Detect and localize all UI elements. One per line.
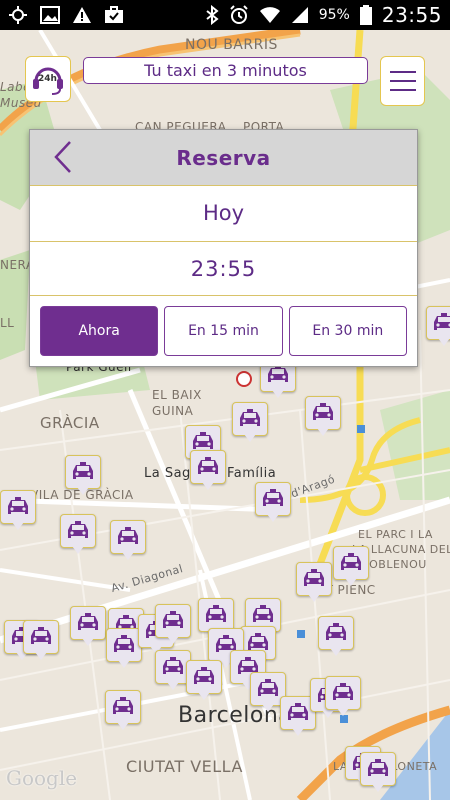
taxi-marker[interactable] xyxy=(318,616,354,658)
taxi-marker[interactable] xyxy=(186,660,222,702)
taxi-marker[interactable] xyxy=(106,628,142,670)
taxi-icon xyxy=(106,628,142,662)
taxi-marker[interactable] xyxy=(60,514,96,556)
taxi-marker[interactable] xyxy=(0,490,36,532)
taxi-icon xyxy=(23,620,59,654)
taxi-icon xyxy=(198,598,234,632)
time-value: 23:55 xyxy=(190,256,257,281)
taxi-icon xyxy=(305,396,341,430)
back-button[interactable] xyxy=(48,140,78,174)
taxi-icon xyxy=(70,606,106,640)
taxi-icon xyxy=(296,562,332,596)
taxi-marker[interactable] xyxy=(65,455,101,497)
taxi-icon xyxy=(186,660,222,694)
taxi-icon xyxy=(105,690,141,724)
battery-icon xyxy=(359,5,372,25)
map-label: POBLENOU xyxy=(362,558,427,571)
status-bar: 95% 23:55 xyxy=(0,0,450,30)
taxi-marker[interactable] xyxy=(255,482,291,524)
bluetooth-icon xyxy=(206,5,219,25)
time-selector[interactable]: 23:55 xyxy=(30,241,417,296)
taxi-marker[interactable] xyxy=(333,546,369,588)
battery-level: 95% xyxy=(318,7,350,23)
eta-banner: Tu taxi en 3 minutos xyxy=(83,57,368,84)
taxi-icon xyxy=(426,306,450,340)
taxi-marker[interactable] xyxy=(105,690,141,732)
map-label: LL xyxy=(0,316,15,330)
taxi-marker[interactable] xyxy=(296,562,332,604)
day-value: Hoy xyxy=(202,201,245,225)
map-label: EL BAIX xyxy=(152,388,202,402)
taxi-marker[interactable] xyxy=(70,606,106,648)
taxi-marker[interactable] xyxy=(360,752,396,794)
map-label: GUINA xyxy=(152,404,194,418)
pickup-options: Ahora En 15 min En 30 min xyxy=(30,300,417,362)
taxi-marker[interactable] xyxy=(110,520,146,562)
taxi-icon xyxy=(110,520,146,554)
taxi-icon xyxy=(360,752,396,786)
warning-icon xyxy=(73,7,91,23)
reservation-panel: Reserva Hoy 23:55 Ahora En 15 min En 30 … xyxy=(29,129,418,367)
panel-title: Reserva xyxy=(176,145,271,170)
map-label: EL PARC I LA xyxy=(358,528,433,541)
taxi-icon xyxy=(232,402,268,436)
taxi-marker[interactable] xyxy=(325,676,361,718)
option-30-min-button[interactable]: En 30 min xyxy=(288,306,407,356)
taxi-icon xyxy=(65,455,101,489)
status-time: 23:55 xyxy=(381,3,442,27)
taxi-icon xyxy=(333,546,369,580)
menu-icon-bar xyxy=(389,71,416,73)
taxi-marker[interactable] xyxy=(23,620,59,662)
taxi-icon xyxy=(255,482,291,516)
menu-icon-bar xyxy=(389,80,416,82)
menu-icon-bar xyxy=(389,89,416,91)
support-label: 24h xyxy=(38,74,57,84)
taxi-marker[interactable] xyxy=(155,604,191,646)
wifi-icon xyxy=(259,7,280,23)
menu-button[interactable] xyxy=(380,56,425,106)
taxi-marker[interactable] xyxy=(232,402,268,444)
briefcase-icon xyxy=(105,6,123,23)
signal-icon xyxy=(291,7,308,23)
taxi-icon xyxy=(0,490,36,524)
day-selector[interactable]: Hoy xyxy=(30,185,417,240)
alarm-icon xyxy=(230,5,248,24)
taxi-icon xyxy=(60,514,96,548)
map-label: GRÀCIA xyxy=(40,414,100,432)
google-logo: Google xyxy=(6,766,78,790)
taxi-icon xyxy=(318,616,354,650)
image-icon xyxy=(40,6,60,24)
taxi-marker[interactable] xyxy=(190,450,226,492)
option-15-min-button[interactable]: En 15 min xyxy=(164,306,283,356)
support-24h-button[interactable]: 24h xyxy=(25,56,71,102)
panel-header: Reserva xyxy=(30,130,417,185)
eta-text: Tu taxi en 3 minutos xyxy=(144,61,307,80)
chevron-left-icon xyxy=(54,141,71,173)
taxi-icon xyxy=(190,450,226,484)
map-label: NOU BARRIS xyxy=(185,37,278,53)
taxi-marker[interactable] xyxy=(305,396,341,438)
map-label: CIUTAT VELLA xyxy=(126,757,243,776)
taxi-marker[interactable] xyxy=(426,306,450,348)
taxi-icon xyxy=(325,676,361,710)
gps-icon xyxy=(9,6,27,24)
taxi-icon xyxy=(155,604,191,638)
option-now-button[interactable]: Ahora xyxy=(40,306,159,356)
